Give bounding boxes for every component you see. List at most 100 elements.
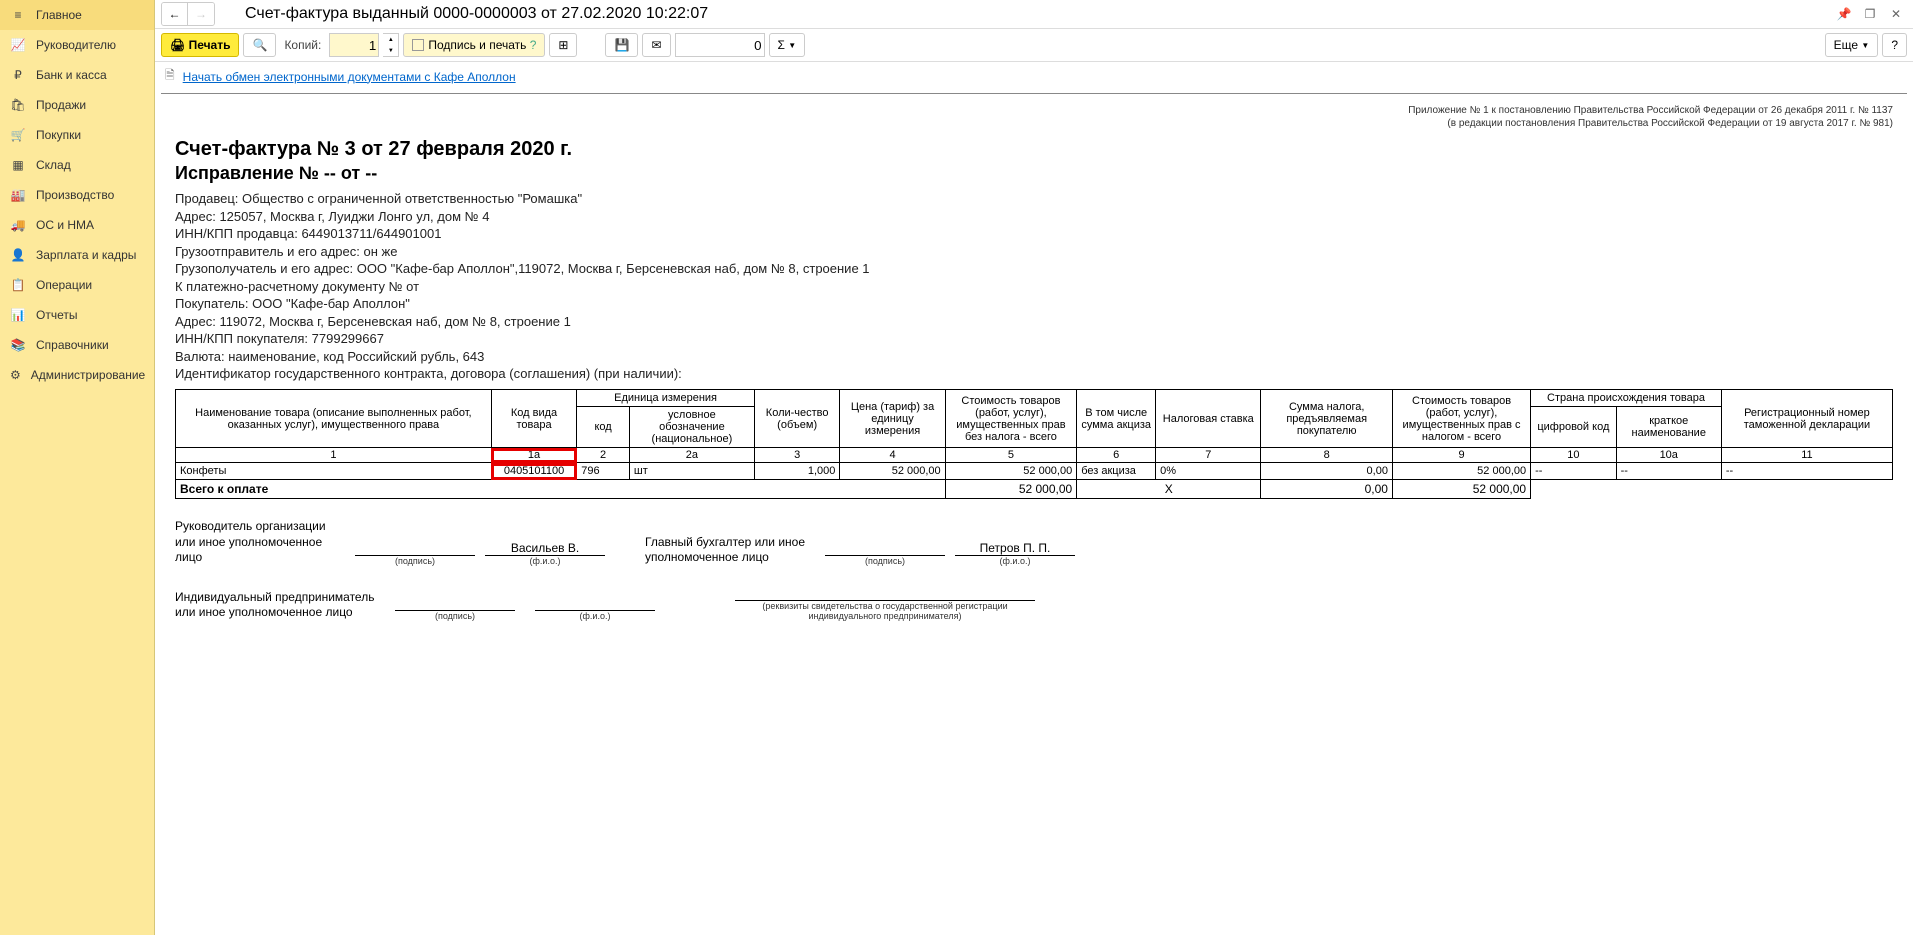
table-button[interactable]: ⊞	[549, 33, 577, 57]
sig-name: Петров П. П.	[955, 541, 1075, 556]
help-button[interactable]: ?	[1882, 33, 1907, 57]
maximize-button[interactable]: ❐	[1859, 4, 1881, 24]
th-cost-novat: Стоимость товаров (работ, услуг), имущес…	[945, 390, 1077, 448]
consignee-line: Грузополучатель и его адрес: ООО "Кафе-б…	[175, 260, 1893, 278]
sidebar-item-reports[interactable]: 📊Отчеты	[0, 300, 154, 330]
signatures-block-2: Индивидуальный предприниматель или иное …	[175, 586, 1893, 621]
th-price: Цена (тариф) за единицу измерения	[840, 390, 945, 448]
sidebar-item-production[interactable]: 🏭Производство	[0, 180, 154, 210]
sidebar-item-operations[interactable]: 📋Операции	[0, 270, 154, 300]
email-button[interactable]: ✉	[642, 33, 670, 57]
cell[interactable]: без акциза	[1077, 463, 1156, 480]
sig-line	[825, 541, 945, 556]
toolbar: 🖨 Печать 🔍 Копий: ▲▼ Подпись и печать ? …	[155, 29, 1913, 62]
cell[interactable]: --	[1721, 463, 1892, 480]
total-empty	[1531, 480, 1893, 499]
truck-icon: 🚚	[10, 217, 26, 233]
sig-sub: (подпись)	[865, 556, 905, 566]
nav-group: ← →	[161, 2, 215, 26]
colnum: 7	[1156, 448, 1261, 463]
sidebar-item-refs[interactable]: 📚Справочники	[0, 330, 154, 360]
print-button[interactable]: 🖨 Печать	[161, 33, 239, 57]
help-icon: ?	[530, 38, 537, 52]
sidebar-item-admin[interactable]: ⚙Администрирование	[0, 360, 154, 390]
sig-ip-label: Индивидуальный предприниматель или иное …	[175, 590, 375, 621]
cell[interactable]: 0,00	[1261, 463, 1393, 480]
buyer-addr-line: Адрес: 119072, Москва г, Берсеневская на…	[175, 313, 1893, 331]
sig-line	[395, 596, 515, 611]
question-icon: ?	[1891, 38, 1898, 52]
pin-icon: 📌	[1837, 7, 1852, 21]
printer-icon: 🖨	[170, 38, 185, 52]
forward-button[interactable]: →	[188, 3, 214, 25]
cell[interactable]: 52 000,00	[1392, 463, 1530, 480]
th-name: Наименование товара (описание выполненны…	[176, 390, 492, 448]
chevron-up-icon: ▲	[383, 34, 398, 45]
colnum: 10а	[1616, 448, 1721, 463]
cell-code-highlighted[interactable]: 0405101100	[491, 463, 577, 480]
preview-button[interactable]: 🔍	[243, 33, 276, 57]
sidebar-item-assets[interactable]: 🚚ОС и НМА	[0, 210, 154, 240]
th-excise: В том числе сумма акциза	[1077, 390, 1156, 448]
window-icon: ❐	[1865, 7, 1876, 21]
cell-name[interactable]: Конфеты	[176, 463, 492, 480]
factory-icon: 🏭	[10, 187, 26, 203]
save-icon: 💾	[614, 38, 629, 52]
pin-button[interactable]: 📌	[1833, 4, 1855, 24]
more-button[interactable]: Еще ▼	[1825, 33, 1879, 57]
copies-input[interactable]	[329, 33, 379, 57]
chart-up-icon: 📈	[10, 37, 26, 53]
addr-line: Адрес: 125057, Москва г, Луиджи Лонго ул…	[175, 208, 1893, 226]
sidebar-label: Банк и касса	[36, 68, 107, 82]
th-country: Страна происхождения товара	[1531, 390, 1722, 407]
chevron-down-icon: ▼	[383, 45, 398, 56]
sidebar-item-purchases[interactable]: 🛒Покупки	[0, 120, 154, 150]
annotation-line: Приложение № 1 к постановлению Правитель…	[175, 104, 1893, 117]
sidebar-item-hr[interactable]: 👤Зарплата и кадры	[0, 240, 154, 270]
sidebar-label: Склад	[36, 158, 71, 172]
colnum: 6	[1077, 448, 1156, 463]
sig-line	[355, 541, 475, 556]
cell[interactable]: 52 000,00	[945, 463, 1077, 480]
colnum: 2	[577, 448, 630, 463]
th-qty: Коли-чество (объем)	[754, 390, 840, 448]
sign-print-label: Подпись и печать	[428, 38, 526, 52]
cell[interactable]: 796	[577, 463, 630, 480]
sum-button[interactable]: Σ ▼	[769, 33, 806, 57]
cell[interactable]: шт	[629, 463, 754, 480]
sig-name: Васильев В.	[485, 541, 605, 556]
cell[interactable]: 1,000	[754, 463, 840, 480]
cell[interactable]: 0%	[1156, 463, 1261, 480]
back-button[interactable]: ←	[162, 3, 188, 25]
sigma-icon: Σ	[778, 38, 785, 52]
cell[interactable]: --	[1531, 463, 1617, 480]
cell[interactable]: 52 000,00	[840, 463, 945, 480]
chevron-down-icon: ▼	[1861, 41, 1869, 50]
copies-spinner[interactable]: ▲▼	[383, 33, 399, 57]
main-area: ← → Счет-фактура выданный 0000-0000003 о…	[155, 0, 1913, 935]
sign-print-button[interactable]: Подпись и печать ?	[403, 33, 545, 57]
sidebar-label: Зарплата и кадры	[36, 248, 136, 262]
sidebar-item-warehouse[interactable]: ▦Склад	[0, 150, 154, 180]
sig-line	[535, 596, 655, 611]
exchange-link[interactable]: Начать обмен электронными документами с …	[183, 70, 516, 84]
sidebar-item-manager[interactable]: 📈Руководителю	[0, 30, 154, 60]
colnum-highlighted: 1а	[491, 448, 577, 463]
seller-line: Продавец: Общество с ограниченной ответс…	[175, 190, 1893, 208]
print-label: Печать	[189, 38, 231, 52]
save-button[interactable]: 💾	[605, 33, 638, 57]
copies-label: Копий:	[284, 38, 321, 52]
sig-sub: (ф.и.о.)	[1000, 556, 1031, 566]
sum-input[interactable]	[675, 33, 765, 57]
sidebar-item-main[interactable]: ≡Главное	[0, 0, 154, 30]
close-button[interactable]: ✕	[1885, 4, 1907, 24]
sig-acc: Главный бухгалтер или иное уполномоченно…	[645, 519, 1075, 566]
sidebar-item-sales[interactable]: 🛍Продажи	[0, 90, 154, 120]
sidebar-item-bank[interactable]: ₽Банк и касса	[0, 60, 154, 90]
document-icon: 🗎	[165, 66, 175, 87]
cell[interactable]: --	[1616, 463, 1721, 480]
sidebar-label: Справочники	[36, 338, 109, 352]
total-x: X	[1077, 480, 1261, 499]
titlebar: ← → Счет-фактура выданный 0000-0000003 о…	[155, 0, 1913, 29]
menu-icon: ≡	[10, 7, 26, 23]
